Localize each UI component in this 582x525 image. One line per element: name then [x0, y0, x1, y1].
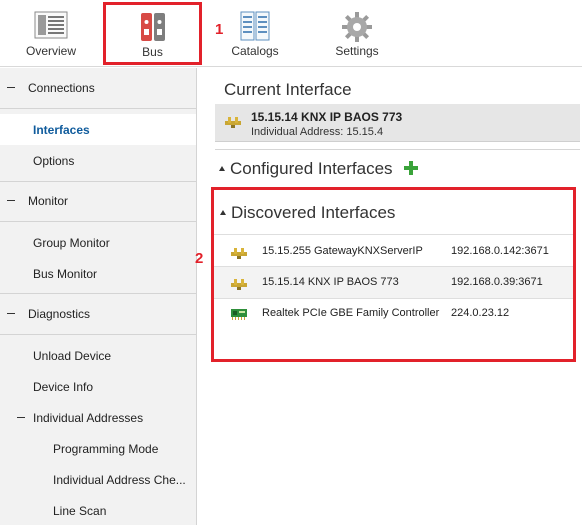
collapse-icon	[17, 417, 25, 418]
sidebar-item-individual-addresses[interactable]: Individual Addresses	[0, 402, 196, 433]
knx-plug-icon	[231, 246, 247, 263]
sidebar-item-individual-address-check[interactable]: Individual Address Che...	[0, 464, 196, 495]
sidebar-item-label: Group Monitor	[33, 236, 110, 250]
discovered-interfaces-panel: Discovered Interfaces 15.15.255 GatewayK…	[211, 187, 576, 362]
interface-address: 192.168.0.142:3671	[451, 245, 549, 257]
add-interface-icon[interactable]	[404, 161, 418, 175]
sidebar-item-device-info[interactable]: Device Info	[0, 371, 196, 402]
collapse-icon	[7, 87, 15, 88]
current-interface-name: 15.15.14 KNX IP BAOS 773	[251, 110, 403, 124]
settings-label: Settings	[335, 44, 379, 58]
current-interface-heading: Current Interface	[224, 80, 352, 99]
current-interface-card[interactable]: 15.15.14 KNX IP BAOS 773 Individual Addr…	[215, 104, 580, 142]
divider	[0, 108, 196, 109]
divider	[0, 221, 196, 222]
catalogs-button[interactable]: Catalogs	[223, 0, 287, 67]
catalogs-icon	[239, 11, 271, 46]
sidebar-section-label: Monitor	[28, 194, 69, 208]
sidebar: Connections Interfaces Options Monitor G…	[0, 68, 197, 525]
toolbar: Overview Bus Catalogs Settings 1	[0, 0, 582, 67]
sidebar-item-unload-device[interactable]: Unload Device	[0, 340, 196, 371]
interface-address: 192.168.0.39:3671	[451, 276, 543, 288]
current-interface-address: Individual Address: 15.15.4	[251, 126, 384, 138]
bus-icon	[138, 12, 168, 47]
expand-triangle-icon	[220, 210, 226, 215]
knx-plug-icon	[225, 115, 241, 134]
catalogs-label: Catalogs	[231, 44, 279, 58]
main-panel: Current Interface 15.15.14 KNX IP BAOS 7…	[195, 68, 582, 525]
annotation-2: 2	[195, 250, 204, 267]
sidebar-section-connections[interactable]: Connections	[0, 68, 196, 108]
overview-label: Overview	[25, 44, 76, 58]
settings-button[interactable]: Settings	[325, 0, 389, 67]
bus-button[interactable]: Bus	[103, 2, 202, 65]
knx-plug-icon	[231, 277, 247, 294]
configured-interfaces-heading: Configured Interfaces	[230, 159, 393, 178]
discovered-interfaces-heading: Discovered Interfaces	[231, 203, 396, 222]
configured-interfaces-header[interactable]: Configured Interfaces	[219, 159, 393, 179]
collapse-icon	[7, 313, 15, 314]
interface-address: 224.0.23.12	[451, 307, 510, 319]
list-item[interactable]: 15.15.14 KNX IP BAOS 773 192.168.0.39:36…	[214, 267, 573, 298]
sidebar-item-label: Device Info	[33, 380, 94, 394]
sidebar-section-label: Connections	[28, 81, 95, 95]
interface-name: Realtek PCIe GBE Family Controller	[262, 307, 440, 319]
collapse-icon	[7, 200, 15, 201]
sidebar-section-monitor[interactable]: Monitor	[0, 181, 196, 221]
interface-name: 15.15.255 GatewayKNXServerIP	[262, 245, 423, 257]
sidebar-item-label: Options	[33, 154, 75, 168]
network-card-icon	[231, 308, 247, 323]
list-item[interactable]: Realtek PCIe GBE Family Controller 224.0…	[214, 298, 573, 329]
sidebar-section-label: Diagnostics	[28, 307, 91, 321]
bus-label: Bus	[142, 45, 163, 59]
sidebar-item-options[interactable]: Options	[0, 145, 196, 176]
sidebar-item-label: Programming Mode	[53, 442, 159, 456]
sidebar-item-label: Interfaces	[33, 123, 90, 137]
interface-name: 15.15.14 KNX IP BAOS 773	[262, 276, 399, 288]
sidebar-section-diagnostics[interactable]: Diagnostics	[0, 294, 196, 334]
overview-icon	[34, 11, 68, 44]
sidebar-item-programming-mode[interactable]: Programming Mode	[0, 433, 196, 464]
expand-triangle-icon	[219, 166, 225, 171]
sidebar-item-interfaces[interactable]: Interfaces	[0, 114, 196, 145]
sidebar-item-label: Bus Monitor	[33, 267, 98, 281]
sidebar-item-label: Individual Addresses	[33, 411, 144, 425]
sidebar-item-label: Unload Device	[33, 349, 112, 363]
overview-button[interactable]: Overview	[20, 0, 82, 67]
divider	[215, 149, 580, 150]
divider	[0, 334, 196, 335]
list-item[interactable]: 15.15.255 GatewayKNXServerIP 192.168.0.1…	[214, 236, 573, 267]
gear-icon	[341, 11, 373, 48]
sidebar-item-group-monitor[interactable]: Group Monitor	[0, 227, 196, 258]
discovered-interfaces-header[interactable]: Discovered Interfaces	[220, 203, 395, 223]
sidebar-item-label: Individual Address Che...	[53, 473, 186, 487]
sidebar-item-bus-monitor[interactable]: Bus Monitor	[0, 258, 196, 289]
sidebar-item-line-scan[interactable]: Line Scan	[0, 495, 196, 525]
annotation-1: 1	[215, 21, 224, 38]
sidebar-item-label: Line Scan	[53, 504, 107, 518]
divider	[214, 234, 573, 235]
